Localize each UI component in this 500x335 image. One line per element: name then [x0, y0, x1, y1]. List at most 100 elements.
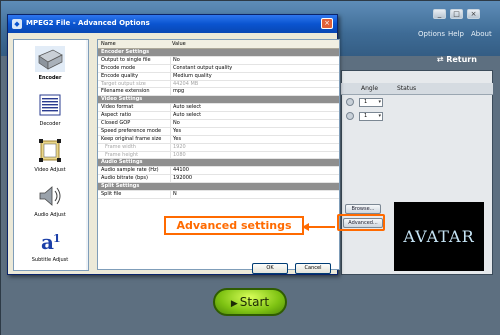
start-button[interactable]: ▶ Start [213, 288, 287, 316]
property-row[interactable]: Closed GOP No [98, 120, 339, 128]
property-name: Audio bitrate (bps) [101, 175, 148, 182]
property-row[interactable]: Audio bitrate (bps) 192000 [98, 175, 339, 184]
sidebar-item-audio-adjust[interactable]: Audio Adjust [14, 183, 86, 218]
property-row[interactable]: Aspect ratio Auto select [98, 112, 339, 121]
property-grid-header: Name Value [98, 40, 339, 49]
property-row[interactable]: Video format Auto select [98, 104, 339, 113]
property-name: Frame height [105, 151, 139, 158]
property-row[interactable]: Encode quality Medium quality [98, 72, 339, 81]
property-rows: Encoder Settings Output to single file No E… [98, 49, 339, 199]
callout-line [305, 226, 335, 228]
property-row[interactable]: Audio sample rate (Hz) 44100 [98, 167, 339, 176]
property-name: Closed GOP [101, 120, 131, 127]
property-value[interactable]: Auto select [170, 104, 201, 113]
video-adjust-icon [35, 138, 65, 164]
property-section-header: Audio Settings [98, 159, 339, 168]
column-name: Name [101, 41, 116, 47]
sidebar-item-decoder[interactable]: Decoder [14, 92, 86, 127]
sidebar-item-encoder[interactable]: Encoder [14, 46, 86, 81]
property-name: Output to single file [101, 56, 151, 63]
angle-select[interactable]: 1 ▾ [359, 112, 383, 121]
menu-help[interactable]: Help [448, 30, 464, 38]
property-value[interactable]: N [170, 191, 177, 199]
property-value[interactable]: Yes [170, 135, 181, 144]
property-row[interactable]: Frame width 1920 [98, 143, 339, 152]
property-value[interactable]: Auto select [170, 112, 201, 121]
advanced-button-highlight [337, 214, 385, 231]
menu-options[interactable]: Options [418, 30, 445, 38]
property-name: Audio sample rate (Hz) [101, 167, 159, 174]
sidebar-label: Audio Adjust [34, 212, 66, 218]
column-status: Status [397, 85, 417, 92]
angle-select[interactable]: 1 ▾ [359, 98, 383, 107]
property-value[interactable]: No [170, 56, 180, 65]
app-logo-icon: ◆ [12, 19, 22, 29]
property-section-header: Encoder Settings [98, 49, 339, 57]
property-row[interactable]: Split file N [98, 191, 339, 199]
property-name: Video Settings [101, 96, 143, 103]
menu-about[interactable]: About [471, 30, 492, 38]
property-value[interactable]: Constant output quality [170, 64, 232, 73]
property-row[interactable]: Frame height 1080 [98, 151, 339, 160]
property-name: Keep original frame size [101, 135, 162, 142]
property-row[interactable]: Keep original frame size Yes [98, 135, 339, 144]
sidebar-scrollbar[interactable] [86, 40, 88, 270]
property-section-header: Video Settings [98, 96, 339, 105]
return-arrow-icon: ⮂ [437, 55, 444, 64]
dialog-title: MPEG2 File - Advanced Options [26, 19, 150, 27]
property-grid: Name Value Encoder Settings Output to sin… [97, 39, 340, 270]
property-name: Split Settings [101, 183, 140, 190]
start-label: Start [239, 295, 270, 309]
property-row[interactable]: Encode mode Constant output quality [98, 64, 339, 73]
sidebar-label: Encoder [38, 75, 62, 81]
property-value[interactable]: Medium quality [170, 72, 212, 81]
advanced-options-dialog: ◆ MPEG2 File - Advanced Options × Encode… [7, 14, 340, 275]
category-sidebar: Encoder Decoder Video Adjust Audio Adjus… [13, 39, 89, 271]
property-value[interactable]: 192000 [170, 175, 192, 184]
minimize-button[interactable]: _ [433, 9, 446, 19]
property-row[interactable]: Filename extension mpg [98, 88, 339, 97]
property-name: Filename extension [101, 88, 150, 95]
property-value[interactable]: 1080 [170, 151, 186, 160]
property-row[interactable]: Output to single file No [98, 56, 339, 65]
property-name: Split file [101, 191, 122, 198]
property-value[interactable]: 1920 [170, 143, 186, 152]
column-value: Value [172, 41, 186, 47]
property-value[interactable]: 44204 MB [170, 80, 198, 89]
cancel-button[interactable]: Cancel [295, 263, 331, 274]
svg-text:1: 1 [53, 232, 61, 245]
property-name: Encode mode [101, 64, 136, 71]
subtitle-adjust-icon: a1 [35, 228, 65, 254]
callout-label: Advanced settings [164, 216, 304, 235]
dropdown-arrow-icon: ▾ [378, 113, 381, 119]
property-section-header: Split Settings [98, 183, 339, 192]
property-name: Encode quality [101, 72, 139, 79]
property-name: Target output size [101, 80, 146, 87]
property-row[interactable]: Target output size 44204 MB [98, 80, 339, 89]
ok-button[interactable]: OK [252, 263, 288, 274]
return-button[interactable]: ⮂ Return [437, 55, 477, 65]
angle-value: 1 [364, 113, 368, 119]
property-value[interactable]: mpg [170, 88, 184, 97]
property-value[interactable]: Yes [170, 127, 181, 136]
decoder-icon [35, 92, 65, 118]
property-row[interactable]: Speed preference mode Yes [98, 127, 339, 136]
row-toggle-icon[interactable] [346, 98, 354, 106]
preview-title-text: AVATAR [403, 227, 475, 246]
video-preview: AVATAR [394, 202, 484, 271]
close-app-button[interactable]: × [467, 9, 480, 19]
sidebar-label: Video Adjust [34, 167, 66, 173]
sidebar-label: Subtitle Adjust [31, 257, 69, 263]
sidebar-item-subtitle-adjust[interactable]: a1 Subtitle Adjust [14, 228, 86, 263]
angle-value: 1 [364, 99, 368, 105]
dialog-close-button[interactable]: × [321, 18, 333, 29]
row-toggle-icon[interactable] [346, 112, 354, 120]
property-value[interactable]: 44100 [170, 167, 189, 176]
maximize-button[interactable]: □ [450, 9, 463, 19]
encoder-icon [35, 46, 65, 72]
property-name: Video format [101, 104, 134, 111]
browse-button[interactable]: Browse... [345, 204, 381, 214]
property-name: Encoder Settings [101, 49, 150, 55]
property-value[interactable]: No [170, 120, 180, 128]
sidebar-item-video-adjust[interactable]: Video Adjust [14, 138, 86, 173]
